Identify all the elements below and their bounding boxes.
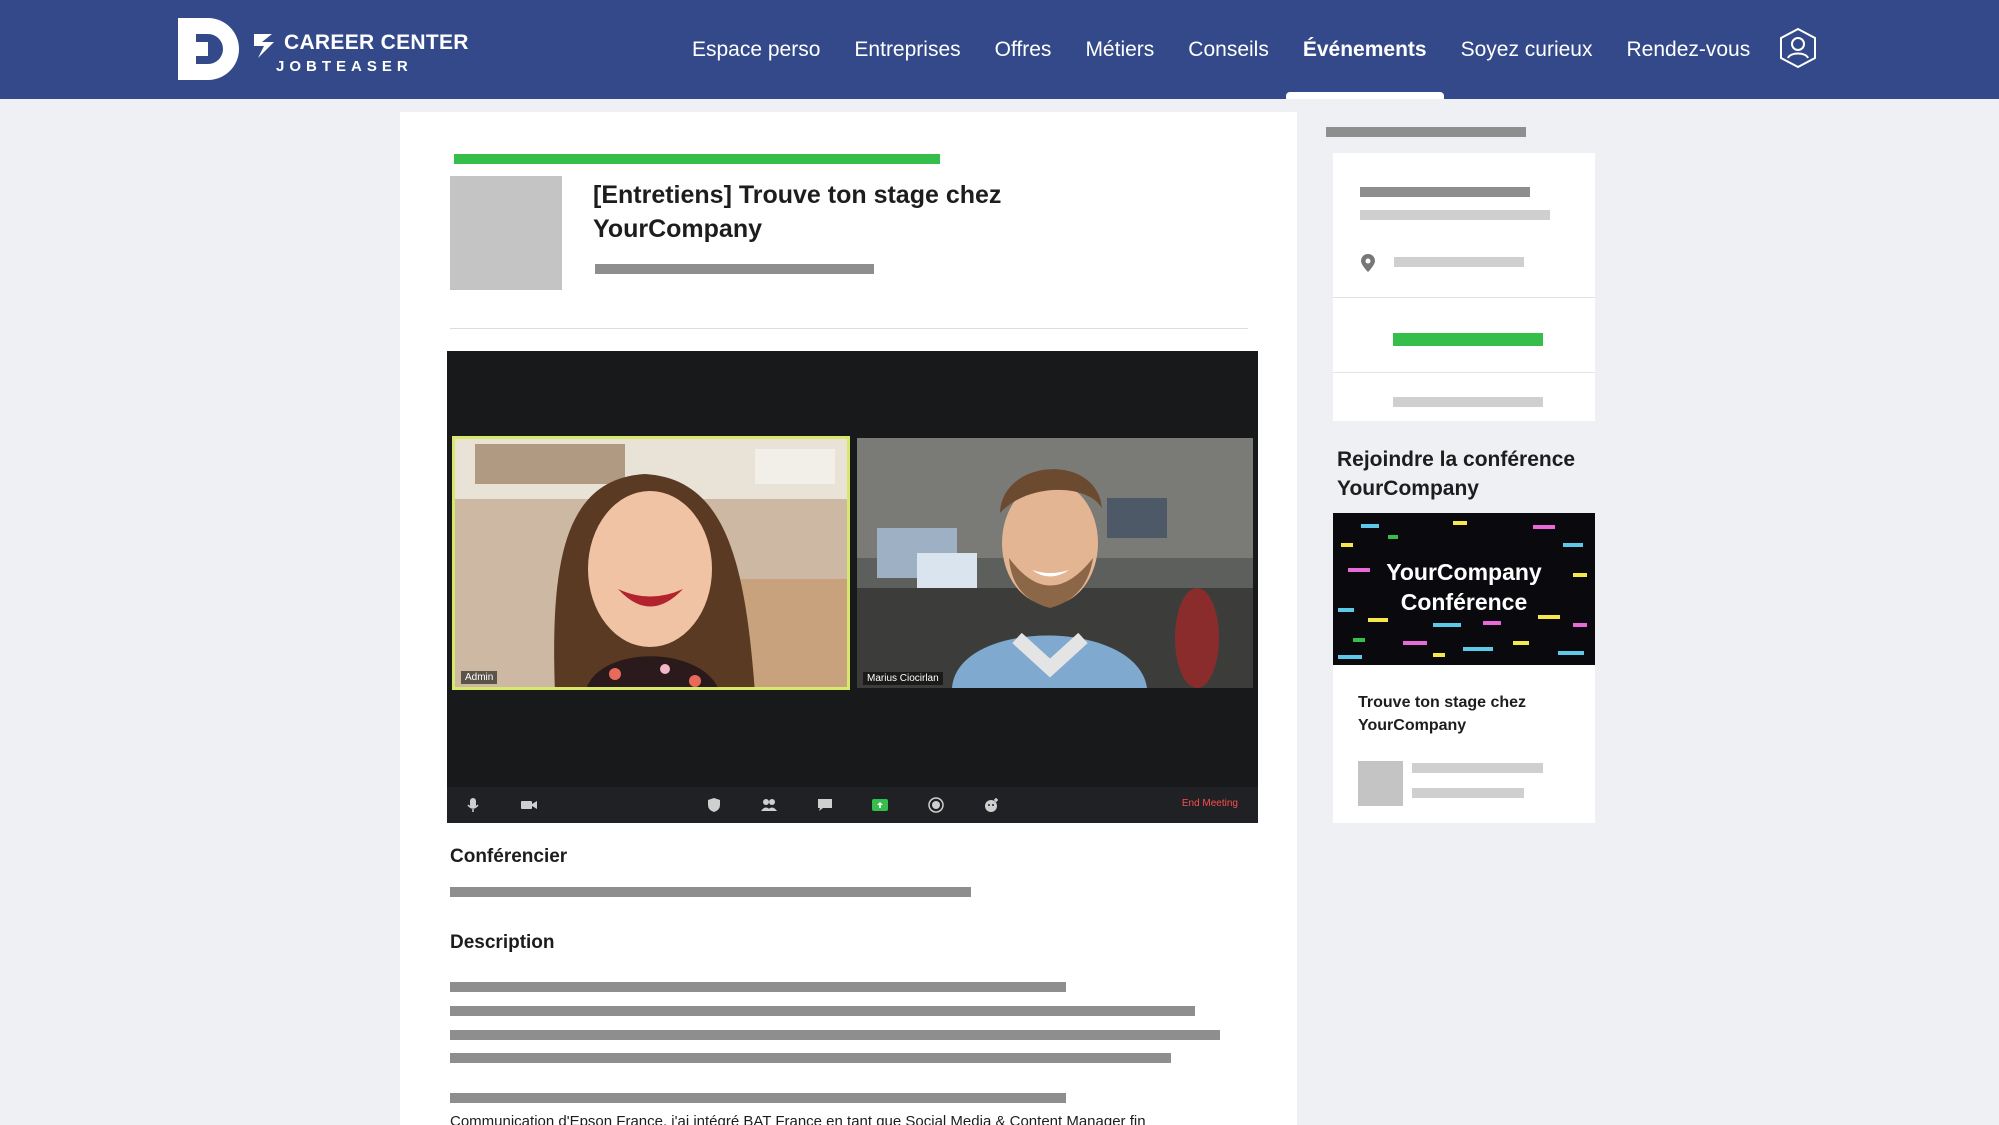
nav-conseils[interactable]: Conseils (1171, 0, 1286, 99)
join-conference-title: Rejoindre la conférence YourCompany (1337, 448, 1576, 500)
banner-line1: YourCompany (1386, 559, 1542, 585)
nav-soyez-curieux[interactable]: Soyez curieux (1444, 0, 1610, 99)
event-info-card (1333, 153, 1595, 421)
participant-name-admin: Admin (461, 671, 498, 684)
share-screen-icon[interactable] (871, 796, 889, 814)
bolt-icon (254, 34, 274, 58)
nav-entreprises[interactable]: Entreprises (837, 0, 977, 99)
speaker-name-placeholder (450, 887, 971, 897)
info-subtitle-placeholder (1360, 210, 1550, 220)
brand-line1: CAREER CENTER (284, 31, 469, 54)
description-line-placeholder (450, 1030, 1220, 1040)
conference-event-title[interactable]: Trouve ton stage chez YourCompany (1358, 691, 1578, 737)
secondary-action-placeholder[interactable] (1393, 397, 1543, 407)
nav-espace-perso[interactable]: Espace perso (675, 0, 837, 99)
register-button-placeholder[interactable] (1393, 333, 1543, 346)
record-icon[interactable] (927, 796, 945, 814)
conference-banner[interactable]: YourCompany Conférence (1333, 513, 1595, 665)
nav-evenements[interactable]: Événements (1285, 0, 1444, 99)
divider (1333, 372, 1595, 373)
video-camera-icon[interactable] (520, 796, 538, 814)
participant-video-admin (455, 439, 847, 687)
host-detail-placeholder (1412, 788, 1524, 798)
top-navbar: CAREER CENTER JOBTEASER Espace perso Ent… (0, 0, 1999, 99)
career-center-logo[interactable] (176, 16, 242, 82)
description-line-placeholder (450, 1006, 1195, 1016)
description-line-placeholder (450, 982, 1066, 992)
video-meeting[interactable]: Admin Marius Ciocirlan End Meeting (447, 351, 1258, 823)
event-detail-card: [Entretiens] Trouve ton stage chez YourC… (400, 112, 1297, 1125)
meeting-toolbar: End Meeting (447, 787, 1258, 823)
participants-icon[interactable] (760, 796, 778, 814)
description-heading: Description (450, 932, 555, 953)
participant-tile-admin[interactable]: Admin (452, 436, 850, 690)
chat-icon[interactable] (816, 796, 834, 814)
conference-banner-text: YourCompany Conférence (1333, 557, 1595, 617)
reactions-icon[interactable] (982, 796, 1000, 814)
info-title-placeholder (1360, 187, 1530, 197)
brand-line2: JOBTEASER (276, 58, 413, 75)
participant-video-marius (857, 438, 1253, 688)
event-status-bar (454, 154, 940, 164)
description-line-placeholder (450, 1053, 1171, 1063)
event-title: [Entretiens] Trouve ton stage chez YourC… (593, 181, 1002, 243)
description-text: Communication d'Epson France, j'ai intég… (450, 1113, 1146, 1125)
divider (1333, 297, 1595, 298)
microphone-icon[interactable] (464, 796, 482, 814)
nav-offres[interactable]: Offres (978, 0, 1069, 99)
main-nav: Espace perso Entreprises Offres Métiers … (675, 0, 1767, 99)
user-hexagon-icon[interactable] (1778, 27, 1818, 69)
location-placeholder (1394, 257, 1524, 267)
event-image-placeholder (450, 176, 562, 290)
brand-name[interactable]: CAREER CENTER JOBTEASER (252, 26, 469, 75)
security-icon[interactable] (705, 796, 723, 814)
map-pin-icon (1361, 254, 1375, 272)
conference-card[interactable]: YourCompany Conférence Trouve ton stage … (1333, 513, 1595, 823)
conference-host-avatar (1358, 761, 1403, 806)
event-date-placeholder (595, 264, 874, 274)
banner-line2: Conférence (1400, 589, 1528, 615)
end-meeting-button[interactable]: End Meeting (1182, 798, 1238, 809)
description-line-placeholder (450, 1093, 1066, 1103)
participant-name-marius: Marius Ciocirlan (863, 672, 943, 685)
sidebar-heading-placeholder (1326, 127, 1526, 137)
divider (450, 328, 1248, 329)
speaker-heading: Conférencier (450, 846, 568, 867)
nav-rendez-vous[interactable]: Rendez-vous (1609, 0, 1767, 99)
participant-tile-marius[interactable]: Marius Ciocirlan (857, 438, 1253, 688)
host-name-placeholder (1412, 763, 1543, 773)
nav-metiers[interactable]: Métiers (1068, 0, 1171, 99)
